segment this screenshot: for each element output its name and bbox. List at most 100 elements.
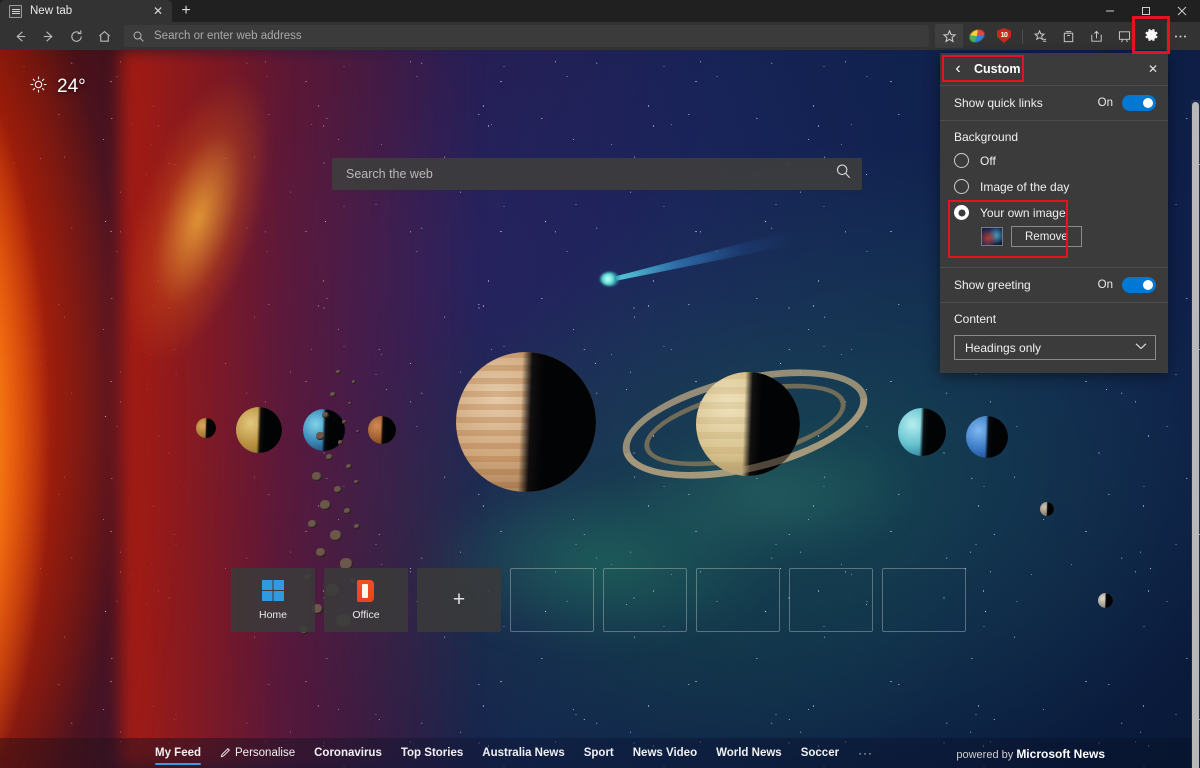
background-option-off[interactable]: Off xyxy=(954,153,1156,168)
panel-close-icon[interactable]: ✕ xyxy=(1146,63,1160,75)
extension-collections-icon[interactable] xyxy=(963,24,991,48)
edge-browser-window: New tab ✕ + xyxy=(0,0,1200,768)
office-logo-icon xyxy=(355,580,377,602)
show-quick-links-toggle[interactable] xyxy=(1122,95,1156,111)
empty-tile-slot[interactable] xyxy=(603,568,687,632)
background-option-label: Your own image xyxy=(980,206,1066,220)
news-navigation-bar: My Feed Personalise Coronavirus Top Stor… xyxy=(0,738,1200,768)
news-item-sport[interactable]: Sport xyxy=(584,747,614,760)
gear-icon xyxy=(1142,26,1160,44)
scrollbar-thumb[interactable] xyxy=(1192,102,1199,768)
content-dropdown[interactable]: Headings only xyxy=(954,335,1156,360)
quick-link-label: Office xyxy=(352,609,379,621)
favorite-star-icon[interactable] xyxy=(935,24,963,48)
news-more-button[interactable]: ··· xyxy=(858,746,873,760)
show-quick-links-row: Show quick links On xyxy=(940,86,1168,120)
background-option-image-of-the-day[interactable]: Image of the day xyxy=(954,179,1156,194)
news-item-world-news[interactable]: World News xyxy=(716,747,782,760)
custom-background-thumbnail[interactable] xyxy=(981,227,1003,246)
panel-back-icon[interactable]: ‹ xyxy=(950,61,966,77)
close-tab-icon[interactable]: ✕ xyxy=(150,3,166,19)
news-item-news-video[interactable]: News Video xyxy=(633,747,697,760)
share-icon[interactable] xyxy=(1082,24,1110,48)
panel-title: Custom xyxy=(974,62,1146,76)
empty-tile-slot[interactable] xyxy=(510,568,594,632)
show-quick-links-state: On xyxy=(1098,97,1113,109)
panel-header: ‹ Custom ✕ xyxy=(940,53,1168,85)
remove-background-button[interactable]: Remove xyxy=(1011,226,1082,247)
quick-link-tile-office[interactable]: Office xyxy=(324,568,408,632)
home-button[interactable] xyxy=(90,24,118,48)
news-item-australia-news[interactable]: Australia News xyxy=(482,747,564,760)
radio-button-off[interactable] xyxy=(954,153,969,168)
minimize-window-button[interactable] xyxy=(1092,0,1128,22)
background-option-your-own-image[interactable]: Your own image xyxy=(954,205,1156,220)
pencil-icon xyxy=(220,747,231,758)
planet-venus xyxy=(236,407,282,453)
weather-widget[interactable]: 24° xyxy=(30,76,86,98)
content-dropdown-value: Headings only xyxy=(965,341,1135,355)
show-greeting-label: Show greeting xyxy=(954,278,1098,292)
forward-button[interactable] xyxy=(34,24,62,48)
sun-icon xyxy=(30,76,47,98)
address-bar-placeholder: Search or enter web address xyxy=(154,30,302,42)
page-settings-gear-button[interactable] xyxy=(1136,20,1166,50)
chevron-down-icon xyxy=(1135,342,1147,353)
add-quick-link-button[interactable]: + xyxy=(417,568,501,632)
address-bar[interactable]: Search or enter web address xyxy=(124,25,929,47)
new-tab-button[interactable]: + xyxy=(172,0,200,22)
background-option-label: Image of the day xyxy=(980,180,1069,194)
settings-and-more-icon[interactable] xyxy=(1166,24,1194,48)
back-button[interactable] xyxy=(6,24,34,48)
show-quick-links-label: Show quick links xyxy=(954,96,1098,110)
tracking-prevention-shield-icon[interactable]: 10 xyxy=(991,24,1019,48)
news-item-personalise[interactable]: Personalise xyxy=(220,747,295,760)
news-category-list: My Feed Personalise Coronavirus Top Stor… xyxy=(155,746,873,760)
powered-by-label: powered by Microsoft News xyxy=(956,747,1105,761)
empty-tile-slot[interactable] xyxy=(789,568,873,632)
quick-link-label: Home xyxy=(259,609,287,621)
page-scrollbar[interactable] xyxy=(1191,100,1200,768)
powered-by-prefix: powered by xyxy=(956,749,1013,761)
browser-tab-new-tab[interactable]: New tab ✕ xyxy=(0,0,172,22)
close-window-button[interactable] xyxy=(1164,0,1200,22)
new-tab-favicon-icon xyxy=(9,5,22,18)
custom-image-controls: Remove xyxy=(981,226,1156,247)
content-section-title: Content xyxy=(954,312,1156,326)
news-item-top-stories[interactable]: Top Stories xyxy=(401,747,463,760)
content-section: Content Headings only xyxy=(940,303,1168,373)
new-tab-settings-panel: ‹ Custom ✕ Show quick links On Backgroun… xyxy=(940,53,1168,373)
shield-badge-count: 10 xyxy=(1001,32,1008,39)
news-item-label: Personalise xyxy=(235,747,295,759)
empty-tile-slot[interactable] xyxy=(696,568,780,632)
planet-uranus xyxy=(898,408,946,456)
show-greeting-row: Show greeting On xyxy=(940,268,1168,302)
refresh-button[interactable] xyxy=(62,24,90,48)
favorites-list-icon[interactable] xyxy=(1026,24,1054,48)
quick-link-tile-home[interactable]: Home xyxy=(231,568,315,632)
weather-temperature: 24° xyxy=(57,76,86,98)
background-section: Background Off Image of the day Your own… xyxy=(940,121,1168,257)
browser-toolbar: Search or enter web address 10 xyxy=(0,22,1200,50)
quick-links-row: Home Office + xyxy=(231,568,966,632)
background-option-label: Off xyxy=(980,154,996,168)
empty-tile-slot[interactable] xyxy=(882,568,966,632)
show-greeting-toggle[interactable] xyxy=(1122,277,1156,293)
search-the-web-box[interactable]: Search the web xyxy=(332,158,862,190)
background-section-title: Background xyxy=(954,130,1156,144)
window-controls xyxy=(1092,0,1200,22)
web-capture-icon[interactable] xyxy=(1110,24,1138,48)
search-submit-icon[interactable] xyxy=(835,163,852,185)
news-item-soccer[interactable]: Soccer xyxy=(801,747,839,760)
planet-neptune xyxy=(966,416,1008,458)
radio-button-image-of-the-day[interactable] xyxy=(954,179,969,194)
news-item-coronavirus[interactable]: Coronavirus xyxy=(314,747,382,760)
planet-mercury xyxy=(196,418,216,438)
windows-logo-icon xyxy=(262,580,284,602)
news-item-my-feed[interactable]: My Feed xyxy=(155,747,201,760)
maximize-window-button[interactable] xyxy=(1128,0,1164,22)
tab-title: New tab xyxy=(30,5,150,17)
collections-icon[interactable] xyxy=(1054,24,1082,48)
dwarf-planet-eris xyxy=(1098,593,1113,608)
radio-button-your-own-image[interactable] xyxy=(954,205,969,220)
